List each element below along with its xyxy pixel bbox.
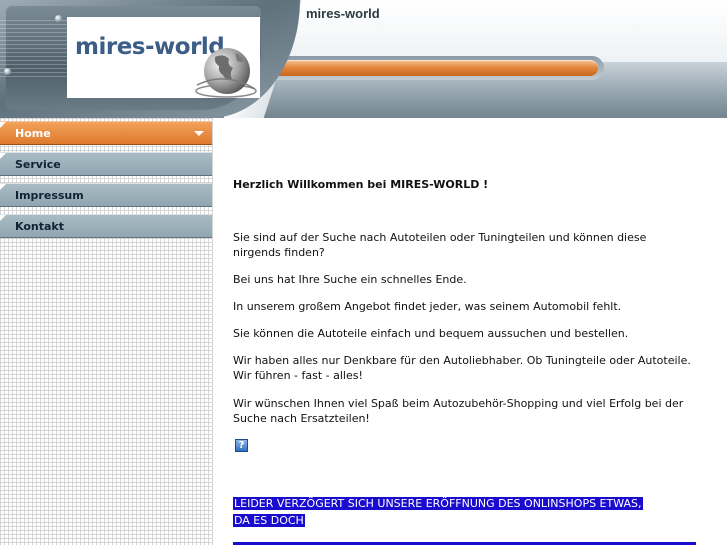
notice-banner: LEIDER VERZÖGERT SICH UNSERE ERÖFFNUNG D…: [233, 495, 693, 529]
welcome-heading: Herzlich Willkommen bei MIRES-WORLD !: [233, 178, 489, 191]
tab-notch: [0, 153, 6, 159]
intro-paragraph: Sie sind auf der Suche nach Autoteilen o…: [233, 231, 647, 259]
globe-icon: [195, 48, 257, 98]
nav-item-label: Kontakt: [15, 219, 64, 233]
sidebar: Home Service Impressum Kontakt: [0, 118, 213, 545]
help-icon[interactable]: ?: [235, 439, 248, 452]
tab-notch: [0, 184, 6, 190]
nav-item-service[interactable]: Service: [0, 152, 212, 176]
header: mires-world mires-world: [0, 0, 727, 118]
orange-accent-bar: [268, 60, 598, 76]
intro-paragraph: In unserem großem Angebot findet jeder, …: [233, 300, 622, 313]
nav-item-label: Service: [15, 157, 61, 171]
tab-notch: [0, 122, 6, 128]
notice-line: DA ES DOCH: [233, 514, 305, 527]
chevron-down-icon: [194, 131, 204, 136]
nav-item-kontakt[interactable]: Kontakt: [0, 214, 212, 238]
nav-item-impressum[interactable]: Impressum: [0, 183, 212, 207]
site-title: mires-world: [306, 6, 380, 21]
nav-item-home[interactable]: Home: [0, 121, 212, 145]
logo[interactable]: mires-world: [67, 17, 260, 98]
intro-paragraph: Wir wünschen Ihnen viel Spaß beim Autozu…: [233, 397, 684, 425]
intro-paragraph: Wir haben alles nur Denkbare für den Aut…: [233, 354, 691, 382]
tab-notch: [0, 215, 6, 221]
screw-icon: [4, 68, 11, 75]
intro-paragraph: Sie können die Autoteile einfach und beq…: [233, 327, 629, 340]
intro-paragraph: Bei uns hat Ihre Suche ein schnelles End…: [233, 273, 467, 286]
screw-icon: [55, 15, 62, 22]
nav-item-label: Impressum: [15, 188, 84, 202]
nav-item-label: Home: [15, 126, 51, 140]
notice-line: LEIDER VERZÖGERT SICH UNSERE ERÖFFNUNG D…: [233, 497, 643, 510]
